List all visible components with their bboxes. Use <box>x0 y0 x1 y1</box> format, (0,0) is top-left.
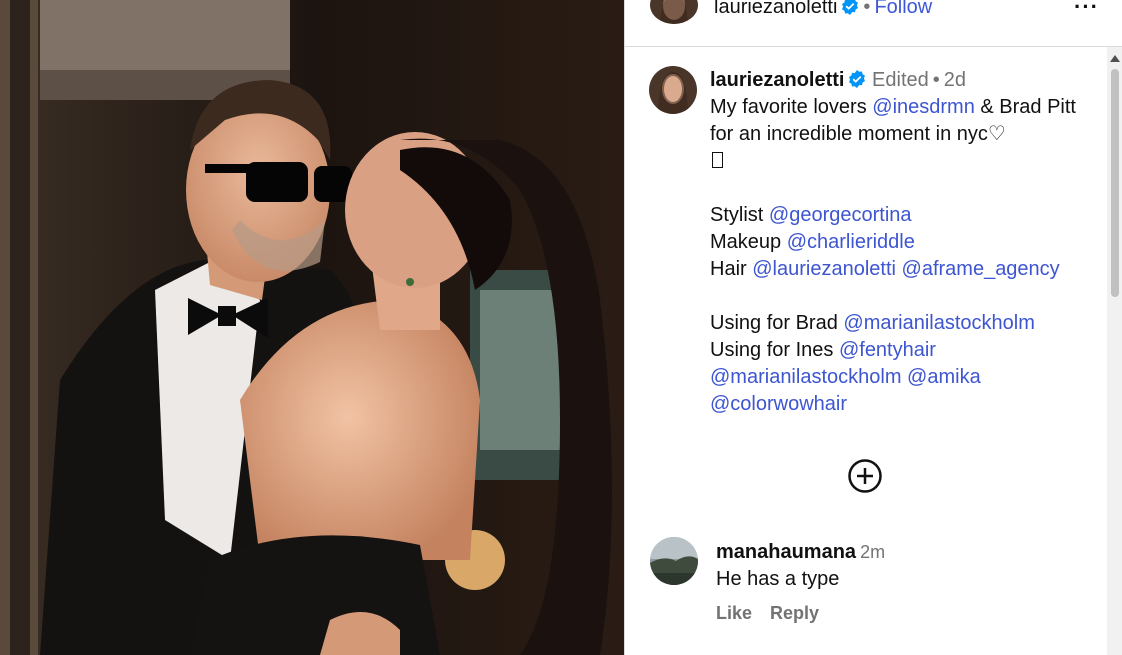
mention-link[interactable]: @marianilastockholm <box>843 312 1034 334</box>
caption-age[interactable]: 2d <box>944 69 966 91</box>
caption-author-avatar[interactable] <box>649 66 697 114</box>
more-options-icon[interactable]: ··· <box>1074 0 1099 20</box>
scrollbar-thumb[interactable] <box>1111 69 1119 297</box>
caption-stylist-line: Stylist @georgecortina <box>710 202 1090 229</box>
comment-text: He has a type <box>716 568 840 590</box>
commenter-avatar[interactable] <box>650 537 698 585</box>
comments-scroll-area[interactable]: lauriezanoletti Edited • 2d My favorite lo… <box>625 47 1107 655</box>
reply-button[interactable]: Reply <box>770 603 819 623</box>
post-photo[interactable] <box>0 0 624 655</box>
comment-actions: Like Reply <box>716 603 837 624</box>
unsupported-glyph-icon <box>712 152 723 168</box>
comment-header: manahaumana 2m <box>716 539 885 566</box>
caption-hair-line: Hair @lauriezanoletti @aframe_agency <box>710 256 1090 283</box>
mention-link[interactable]: @georgecortina <box>769 204 912 226</box>
header-username[interactable]: lauriezanoletti <box>714 0 837 18</box>
caption-text: Hair <box>710 258 753 280</box>
mention-link[interactable]: @inesdrmn <box>872 96 975 118</box>
caption-text: Stylist <box>710 204 769 226</box>
scroll-up-arrow-icon[interactable] <box>1110 55 1120 62</box>
mention-link[interactable]: @lauriezanoletti <box>752 258 896 280</box>
caption-header: lauriezanoletti Edited • 2d <box>710 67 1090 94</box>
verified-badge-icon <box>841 0 859 15</box>
post-caption: lauriezanoletti Edited • 2d My favorite lo… <box>710 67 1090 418</box>
caption-ines-line: Using for Ines @fentyhair @marianilastock… <box>710 337 1090 418</box>
post-header: lauriezanoletti • Follow ··· <box>625 0 1122 47</box>
like-button[interactable]: Like <box>716 603 752 623</box>
comment-username[interactable]: manahaumana <box>716 541 856 563</box>
caption-text: Using for Brad <box>710 312 844 334</box>
caption-text: Makeup <box>710 231 787 253</box>
caption-text: My favorite lovers <box>710 96 873 118</box>
mention-link[interactable]: @charlieriddle <box>787 231 915 253</box>
post-photo-image <box>0 0 624 655</box>
follow-button[interactable]: Follow <box>874 0 932 18</box>
verified-badge-icon <box>848 69 866 88</box>
caption-brad-line: Using for Brad @marianilastockholm <box>710 310 1090 337</box>
mention-link[interactable]: @marianilastockholm <box>710 366 901 388</box>
mention-link[interactable]: @fentyhair <box>839 339 936 361</box>
scrollbar[interactable] <box>1107 47 1122 655</box>
caption-separator: • <box>932 69 940 91</box>
caption-text: Using for Ines <box>710 339 839 361</box>
mention-link[interactable]: @aframe_agency <box>902 258 1060 280</box>
caption-line-1: My favorite lovers @inesdrmn & Brad Pitt… <box>710 94 1090 175</box>
header-line: lauriezanoletti • Follow <box>714 0 932 19</box>
comment-age[interactable]: 2m <box>860 542 885 562</box>
caption-username[interactable]: lauriezanoletti <box>710 69 844 91</box>
header-separator: • <box>863 0 871 18</box>
comment-item: manahaumana 2m He has a type <box>716 539 885 593</box>
author-avatar[interactable] <box>650 0 698 24</box>
post-side-panel: lauriezanoletti • Follow ··· lauriezanolet… <box>624 0 1122 655</box>
heart-icon: ♡ <box>987 123 1006 145</box>
caption-makeup-line: Makeup @charlieriddle <box>710 229 1090 256</box>
mention-link[interactable]: @amika <box>907 366 981 388</box>
mention-link[interactable]: @colorwowhair <box>710 393 847 415</box>
plus-circle-icon[interactable] <box>848 459 882 493</box>
edited-label: Edited <box>872 69 929 91</box>
